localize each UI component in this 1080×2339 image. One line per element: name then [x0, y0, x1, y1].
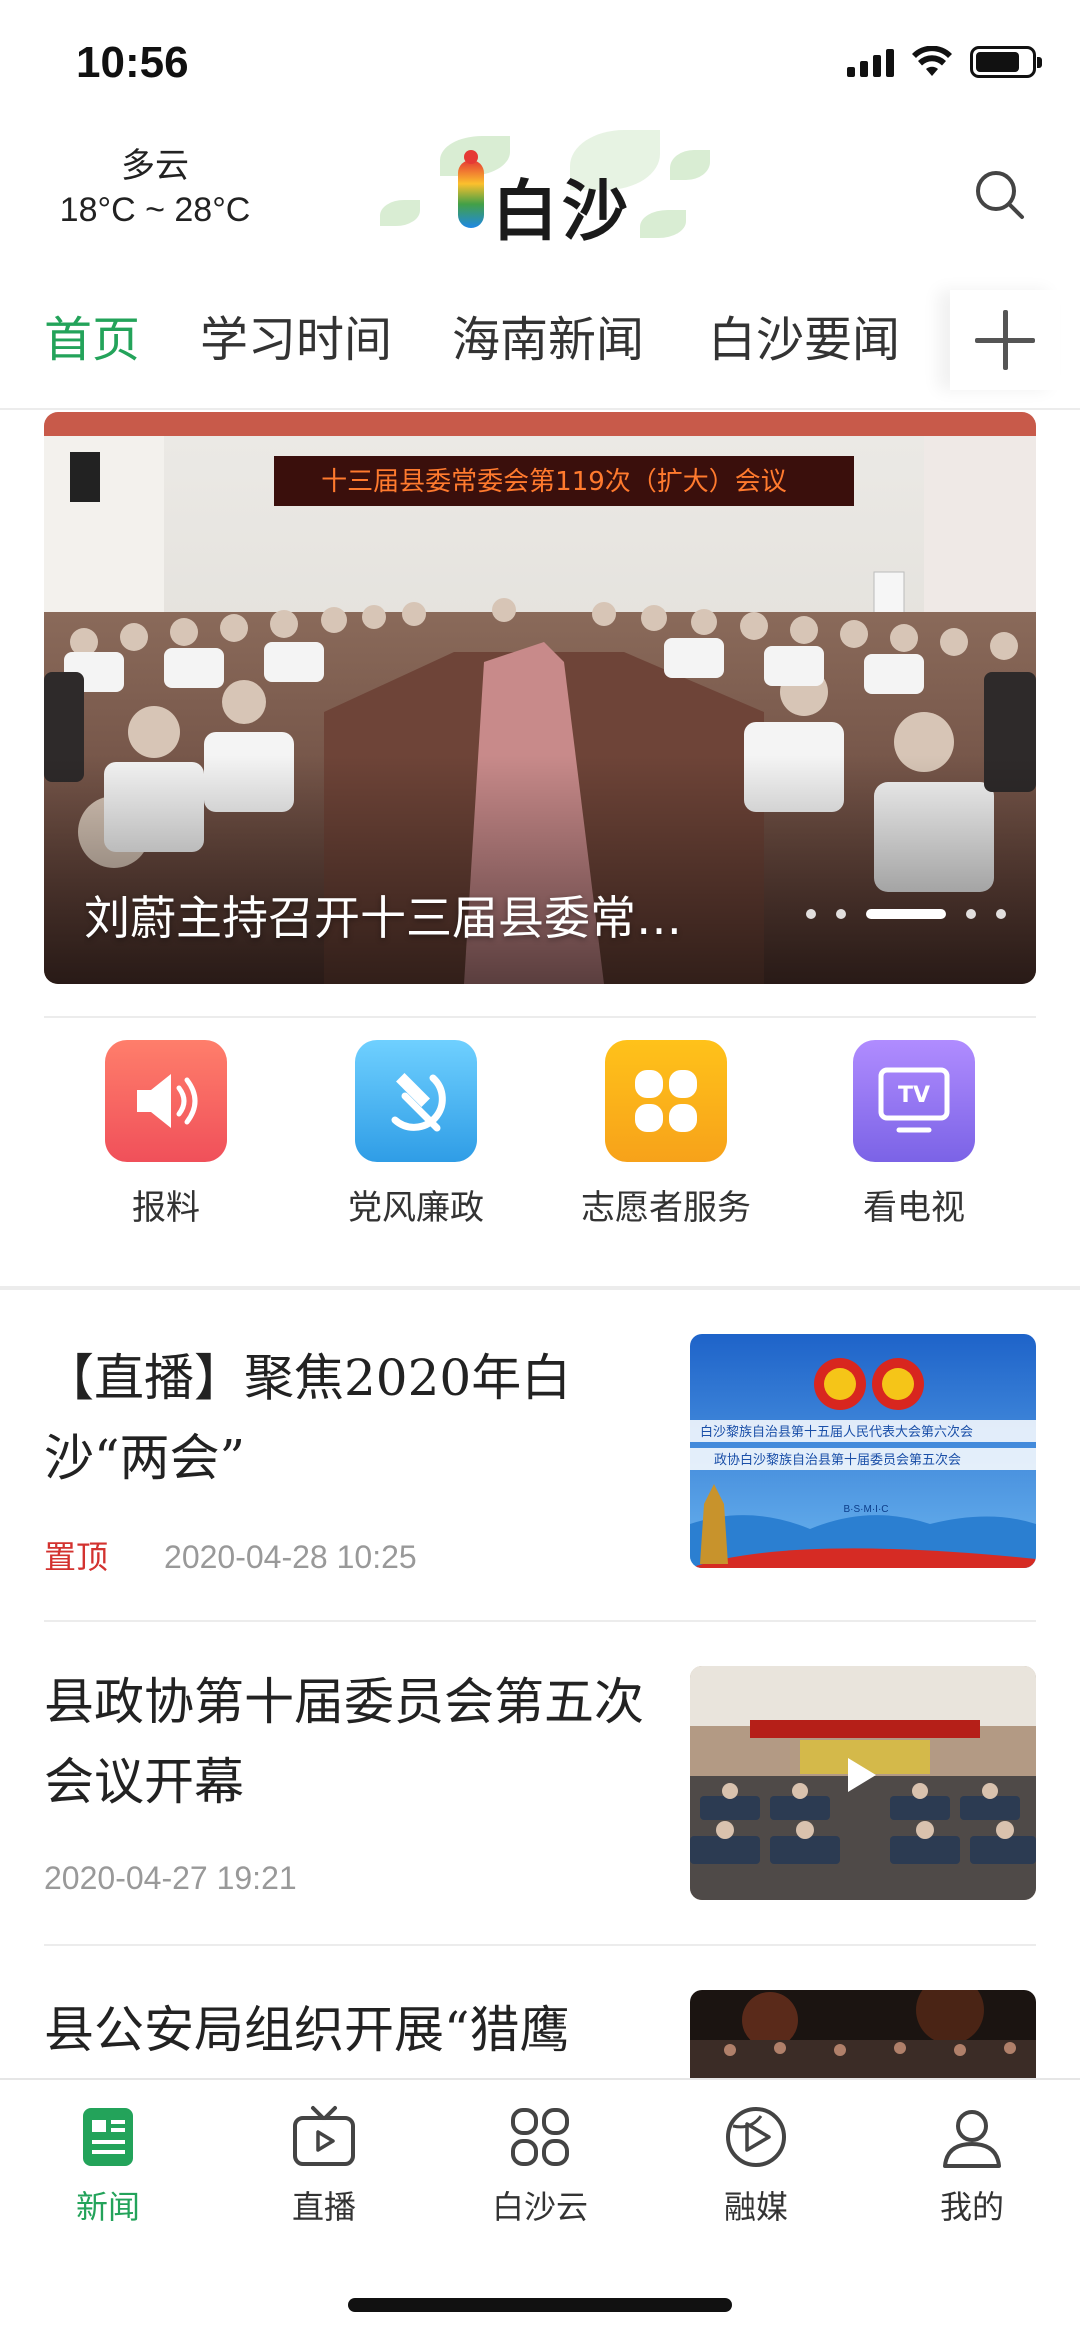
quick-action-volunteer[interactable]: 志愿者服务 — [566, 1040, 766, 1229]
status-icons — [847, 46, 1042, 78]
carousel-dot-active — [866, 909, 946, 919]
carousel-dot — [836, 909, 846, 919]
tab-home[interactable]: 首页 — [44, 300, 140, 370]
add-channel-button[interactable] — [950, 290, 1060, 390]
svg-text:TV: TV — [898, 1083, 930, 1108]
nav-profile[interactable]: 我的 — [892, 2102, 1052, 2228]
nav-label: 我的 — [939, 2188, 1004, 2226]
speaker-icon — [105, 1040, 227, 1162]
cellular-signal-icon — [847, 47, 894, 77]
brand-name: 白沙 — [492, 172, 632, 250]
grid-icon — [505, 2102, 575, 2172]
status-time: 10:56 — [76, 38, 189, 87]
carousel-dot — [806, 909, 816, 919]
quick-action-label: 党风廉政 — [348, 1188, 484, 1228]
nav-label: 新闻 — [75, 2188, 140, 2226]
search-icon[interactable] — [970, 165, 1030, 225]
banner-sign-text: 十三届县委常委会第119次（扩大）会议 — [321, 467, 787, 497]
channel-tabs: 首页 学习时间 海南新闻 白沙要闻 — [0, 270, 1080, 410]
news-time: 2020-04-27 19:21 — [44, 1860, 297, 1896]
tab-hainan-news[interactable]: 海南新闻 — [452, 300, 644, 370]
battery-icon — [970, 46, 1042, 78]
media-icon — [721, 2102, 791, 2172]
news-thumbnail: 白沙黎族自治县第十五届人民代表大会第六次会 政协白沙黎族自治县第十届委员会第五次… — [690, 1334, 1036, 1568]
carousel-indicator — [806, 909, 1006, 919]
news-thumbnail — [690, 1990, 1036, 2078]
nav-live[interactable]: 直播 — [244, 2102, 404, 2228]
quick-action-watch-tv[interactable]: TV 看电视 — [814, 1040, 1014, 1229]
nav-media[interactable]: 融媒 — [676, 2102, 836, 2228]
tab-study-time[interactable]: 学习时间 — [200, 300, 392, 370]
quick-action-label: 志愿者服务 — [581, 1188, 751, 1228]
app-logo: 白沙 — [340, 130, 740, 260]
news-title: 县公安局组织开展“猎鹰 — [44, 2001, 570, 2059]
svg-text:B·S·M·I·C: B·S·M·I·C — [844, 1504, 889, 1515]
quick-action-label: 看电视 — [863, 1188, 965, 1228]
banner-carousel[interactable]: 十三届县委常委会第119次（扩大）会议 刘蔚主持召开十三届县委常… — [44, 412, 1036, 984]
wifi-icon — [912, 46, 952, 76]
carousel-dot — [996, 909, 1006, 919]
news-icon — [73, 2102, 143, 2172]
nav-label: 白沙云 — [491, 2188, 588, 2226]
weather-widget[interactable]: 多云 18°C ~ 28°C — [40, 144, 270, 232]
nav-label: 直播 — [291, 2188, 356, 2226]
news-title: 县政协第十届委员会第五次会议开幕 — [44, 1673, 644, 1811]
news-meta: 置顶 2020-04-28 10:25 — [44, 1532, 417, 1578]
nav-news[interactable]: 新闻 — [28, 2102, 188, 2228]
news-thumbnail — [690, 1666, 1036, 1900]
tv-icon: TV — [853, 1040, 975, 1162]
news-meta: 2020-04-27 19:21 — [44, 1860, 297, 1897]
svg-text:政协白沙黎族自治县第十届委员会第五次会: 政协白沙黎族自治县第十届委员会第五次会 — [714, 1452, 961, 1468]
hammer-sickle-icon — [355, 1040, 477, 1162]
weather-temperature: 18°C ~ 28°C — [59, 191, 251, 229]
quick-action-report[interactable]: 报料 — [66, 1040, 266, 1229]
quick-action-label: 报料 — [132, 1188, 200, 1228]
nav-label: 融媒 — [723, 2188, 788, 2226]
quick-action-integrity[interactable]: 党风廉政 — [316, 1040, 516, 1229]
user-icon — [937, 2102, 1007, 2172]
home-indicator — [348, 2298, 732, 2312]
banner-caption: 刘蔚主持召开十三届县委常… — [84, 891, 682, 945]
logo-mark-icon — [458, 150, 484, 228]
live-tv-icon — [289, 2102, 359, 2172]
app-header: 多云 18°C ~ 28°C 白沙 — [0, 130, 1080, 260]
nav-baisha-cloud[interactable]: 白沙云 — [460, 2102, 620, 2228]
pinned-badge: 置顶 — [44, 1538, 109, 1576]
status-bar: 10:56 — [0, 0, 1080, 130]
news-time: 2020-04-28 10:25 — [164, 1539, 417, 1575]
svg-text:白沙黎族自治县第十五届人民代表大会第六次会: 白沙黎族自治县第十五届人民代表大会第六次会 — [700, 1424, 973, 1440]
clover-icon — [605, 1040, 727, 1162]
weather-condition: 多云 — [121, 146, 189, 186]
carousel-dot — [966, 909, 976, 919]
tab-baisha-news[interactable]: 白沙要闻 — [708, 300, 900, 370]
news-title: 【直播】聚焦2020年白沙“两会” — [44, 1349, 572, 1487]
